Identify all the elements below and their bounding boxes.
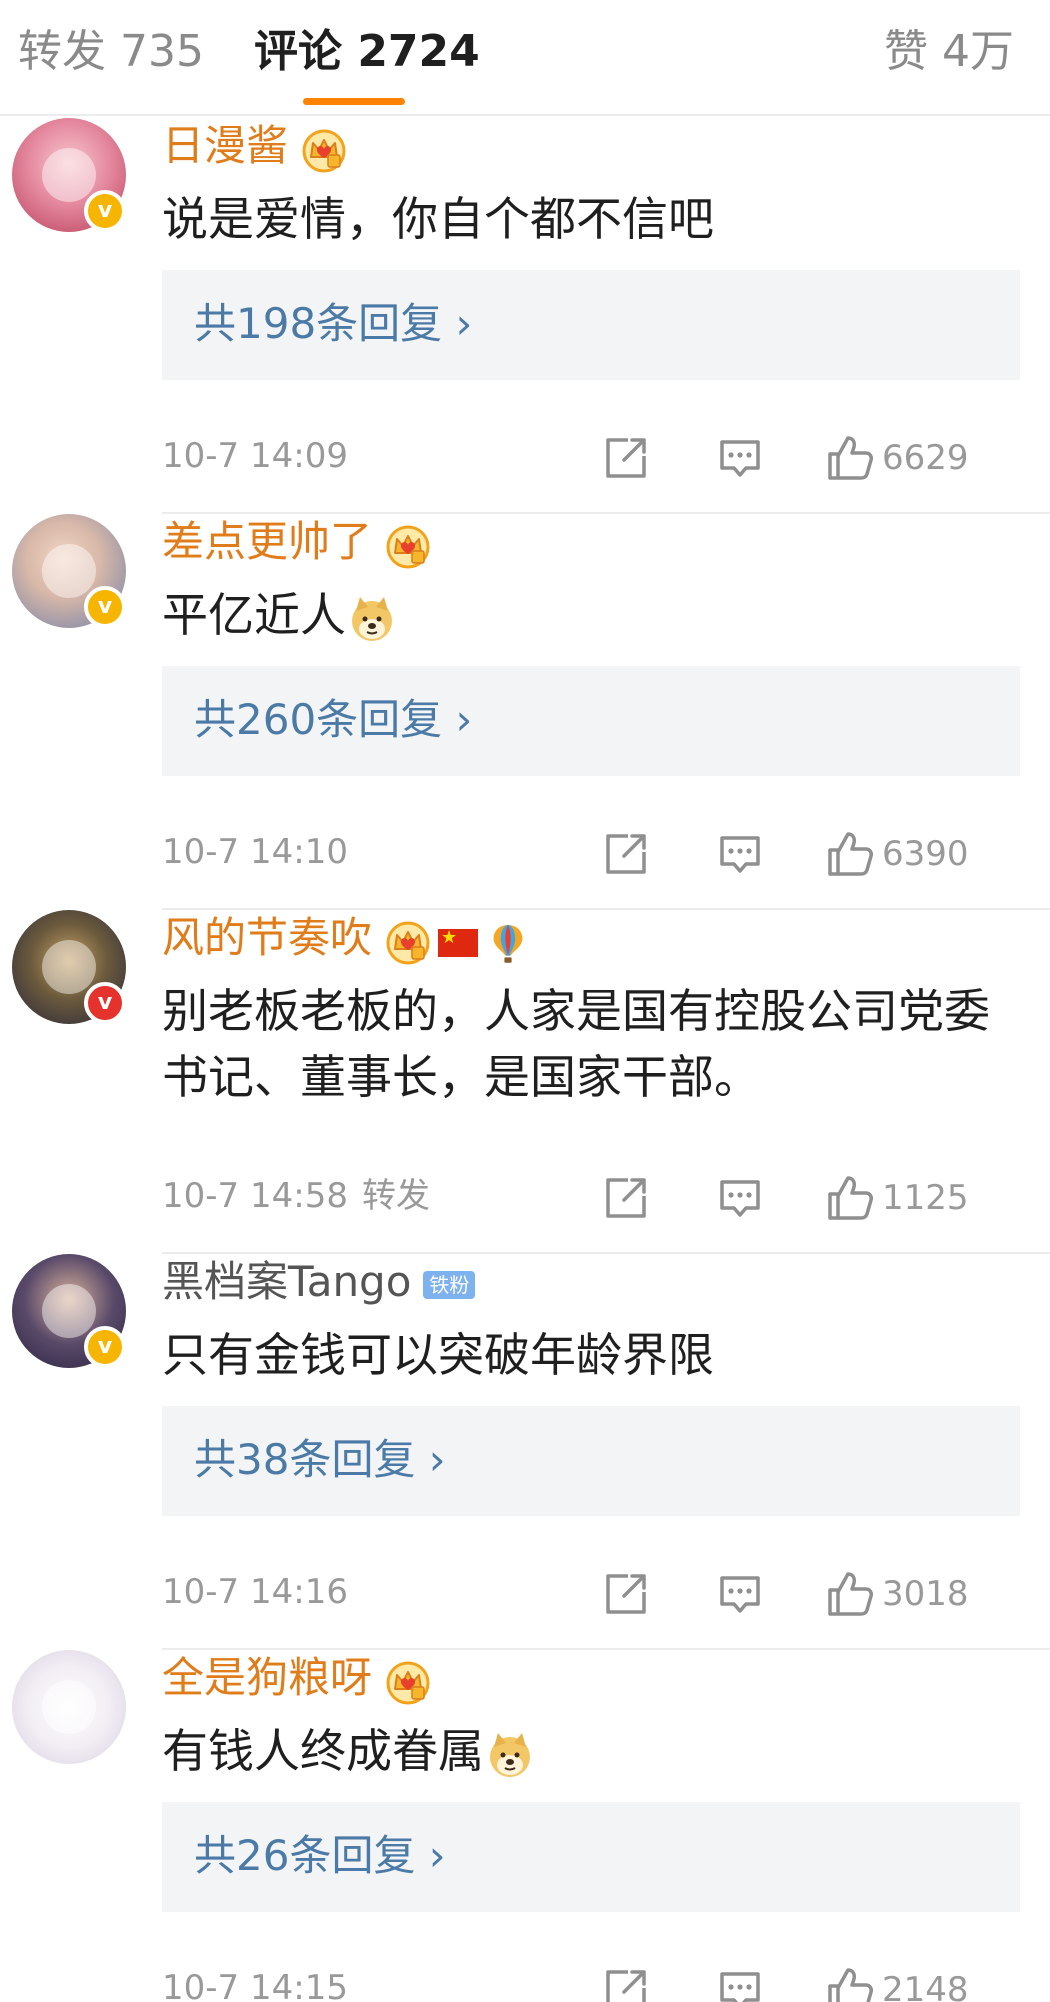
tab-comments[interactable]: 评论 2724 (254, 24, 480, 80)
share-icon[interactable] (602, 1174, 650, 1222)
comment-meta: 10-7 14:15 (162, 1966, 348, 2002)
verified-badge-icon: v (84, 982, 126, 1024)
share-icon[interactable] (602, 1570, 650, 1618)
china-flag-icon: ★ (438, 927, 479, 957)
comment-text-wrap: 有钱人终成眷属 (162, 1718, 1022, 1784)
comment-username[interactable]: 黑档案Tango 铁粉 (162, 1254, 476, 1310)
username-text: 全是狗粮呀 (162, 1653, 373, 1702)
avatar-face (42, 940, 96, 994)
tab-reposts[interactable]: 转发 735 (18, 24, 204, 80)
comment-text-wrap: 平亿近人 (162, 582, 1022, 648)
badge-group (386, 1653, 438, 1709)
username-text: 黑档案Tango (162, 1257, 412, 1306)
comment-username[interactable]: 差点更帅了 (162, 514, 438, 573)
comment-tab-bar: 转发 735 评论 2724 赞 4万 (0, 0, 1050, 116)
reply-icon[interactable] (716, 830, 764, 878)
reply-icon[interactable] (716, 434, 764, 482)
verified-badge-icon: v (84, 586, 126, 628)
reply-icon[interactable] (716, 1570, 764, 1618)
comment-item: v 差点更帅了 平亿近人 共260条回复 › 10-7 14:10 6390 (0, 514, 1050, 910)
like-count: 6390 (882, 834, 969, 874)
timestamp: 10-7 14:09 (162, 436, 348, 476)
comment-item: v 风的节奏吹 ★ 别老板老板的，人家是国有控股公司党委书记、董事长，是国家干部。… (0, 910, 1050, 1254)
share-icon[interactable] (602, 1966, 650, 2002)
timestamp: 10-7 14:58 (162, 1176, 348, 1216)
share-icon[interactable] (602, 830, 650, 878)
comment-username[interactable]: 风的节奏吹 ★ (162, 910, 526, 969)
comment-username[interactable]: 全是狗粮呀 (162, 1650, 438, 1709)
comment-text: 只有金钱可以突破年龄界限 (162, 1328, 714, 1382)
timestamp: 10-7 14:16 (162, 1572, 348, 1612)
view-replies-link[interactable]: 共260条回复 › (194, 692, 472, 748)
crown-badge-icon (386, 921, 430, 965)
comment-actions: 1125 (602, 1174, 1022, 1222)
username-text: 差点更帅了 (162, 517, 373, 566)
avatar-face (42, 148, 96, 202)
view-replies-link[interactable]: 共198条回复 › (194, 296, 472, 352)
like-count: 3018 (882, 1574, 969, 1614)
like-icon[interactable] (826, 1966, 874, 2002)
username-text: 风的节奏吹 (162, 913, 373, 962)
avatar[interactable] (12, 1650, 126, 1764)
badge-group (386, 517, 438, 573)
reply-icon[interactable] (716, 1966, 764, 2002)
avatar-face (42, 544, 96, 598)
avatar-face (42, 1284, 96, 1338)
balloon-icon (490, 921, 526, 965)
comment-actions: 2148 (602, 1966, 1022, 2002)
tab-likes[interactable]: 赞 4万 (884, 24, 1014, 80)
replies-box[interactable]: 共198条回复 › (162, 270, 1020, 380)
view-replies-link[interactable]: 共26条回复 › (194, 1828, 446, 1884)
avatar-face (42, 1680, 96, 1734)
comment-list: v 日漫酱 说是爱情，你自个都不信吧 共198条回复 › 10-7 14:09 … (0, 118, 1050, 2002)
active-tab-indicator (303, 98, 405, 105)
doge-emoji-icon (348, 595, 396, 643)
username-text: 日漫酱 (162, 121, 289, 170)
like-count: 1125 (882, 1178, 969, 1218)
comment-actions: 3018 (602, 1570, 1022, 1618)
crown-badge-icon (386, 1661, 430, 1705)
timestamp: 10-7 14:15 (162, 1968, 348, 2002)
comment-text: 说是爱情，你自个都不信吧 (162, 192, 714, 246)
crown-badge-icon (386, 525, 430, 569)
badge-group: ★ (386, 913, 526, 969)
like-icon[interactable] (826, 434, 874, 482)
replies-box[interactable]: 共260条回复 › (162, 666, 1020, 776)
comment-meta: 10-7 14:09 (162, 434, 348, 478)
doge-emoji-icon (486, 1731, 534, 1779)
replies-box[interactable]: 共38条回复 › (162, 1406, 1020, 1516)
like-count: 2148 (882, 1970, 969, 2002)
comment-username[interactable]: 日漫酱 (162, 118, 354, 177)
repost-label: 转发 (361, 1176, 430, 1216)
like-icon[interactable] (826, 1570, 874, 1618)
verified-badge-icon: v (84, 190, 126, 232)
fan-badge: 铁粉 (423, 1270, 476, 1299)
like-count: 6629 (882, 438, 969, 478)
comment-meta: 10-7 14:10 (162, 830, 348, 874)
comment-text: 别老板老板的，人家是国有控股公司党委书记、董事长，是国家干部。 (162, 984, 990, 1104)
comment-actions: 6390 (602, 830, 1022, 878)
comment-text: 有钱人终成眷属 (162, 1724, 484, 1778)
comment-item: v 日漫酱 说是爱情，你自个都不信吧 共198条回复 › 10-7 14:09 … (0, 118, 1050, 514)
replies-box[interactable]: 共26条回复 › (162, 1802, 1020, 1912)
badge-group (302, 121, 354, 177)
like-icon[interactable] (826, 830, 874, 878)
comment-meta: 10-7 14:58 转发 (162, 1174, 430, 1218)
view-replies-link[interactable]: 共38条回复 › (194, 1432, 446, 1488)
comment-meta: 10-7 14:16 (162, 1570, 348, 1614)
like-icon[interactable] (826, 1174, 874, 1222)
comment-actions: 6629 (602, 434, 1022, 482)
timestamp: 10-7 14:10 (162, 832, 348, 872)
comment-text: 平亿近人 (162, 588, 346, 642)
comment-item: 全是狗粮呀 有钱人终成眷属 共26条回复 › 10-7 14:15 2148 (0, 1650, 1050, 2002)
reply-icon[interactable] (716, 1174, 764, 1222)
share-icon[interactable] (602, 434, 650, 482)
comment-item: v 黑档案Tango 铁粉 只有金钱可以突破年龄界限 共38条回复 › 10-7 … (0, 1254, 1050, 1650)
verified-badge-icon: v (84, 1326, 126, 1368)
crown-badge-icon (302, 129, 346, 173)
